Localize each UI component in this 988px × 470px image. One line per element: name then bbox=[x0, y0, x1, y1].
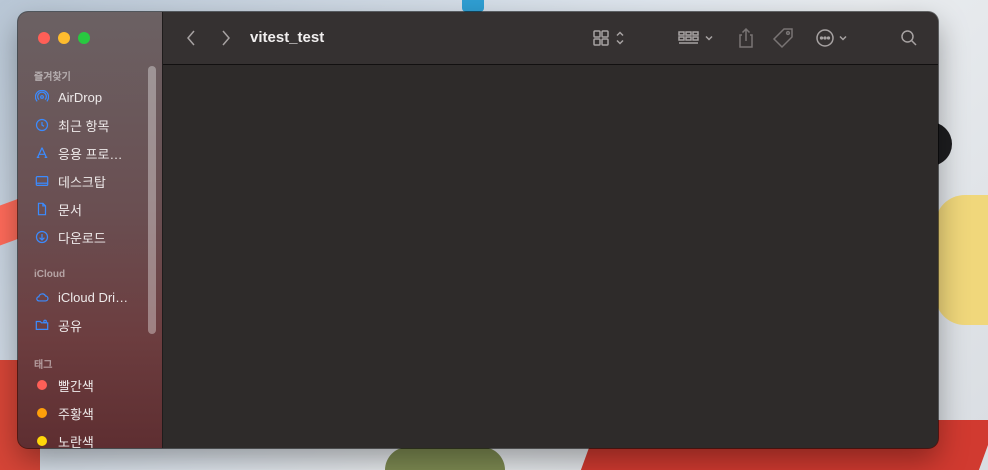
close-button[interactable] bbox=[38, 32, 50, 44]
cloud-icon bbox=[34, 289, 50, 305]
sidebar-item-label: 다운로드 bbox=[58, 230, 106, 246]
sidebar-item-label: 공유 bbox=[58, 318, 82, 334]
wallpaper-shape bbox=[385, 447, 505, 470]
toolbar: vitest_test bbox=[163, 12, 938, 65]
sidebar-item-recents[interactable]: 최근 항목 bbox=[34, 114, 152, 136]
sidebar-item-documents[interactable]: 문서 bbox=[34, 198, 152, 220]
sidebar-item-tag-yellow[interactable]: 노란색 bbox=[34, 430, 152, 448]
shared-folder-icon bbox=[34, 317, 50, 333]
search-icon bbox=[901, 30, 917, 46]
sidebar-item-label: 주황색 bbox=[58, 406, 94, 422]
zoom-button[interactable] bbox=[78, 32, 90, 44]
back-button[interactable] bbox=[181, 26, 201, 50]
sidebar-item-desktop[interactable]: 데스크탑 bbox=[34, 170, 152, 192]
share-button[interactable] bbox=[735, 26, 757, 50]
section-favorites-title: 즐겨찾기 bbox=[34, 72, 71, 83]
clock-icon bbox=[34, 117, 50, 133]
wallpaper-shape bbox=[935, 195, 988, 325]
sidebar-item-shared[interactable]: 공유 bbox=[34, 314, 152, 336]
finder-window: 즐겨찾기 AirDrop 최근 항목 응용 프로… 데스크탑 문서 다운로드 i… bbox=[18, 12, 938, 448]
tag-color-dot-icon bbox=[37, 380, 47, 390]
tag-button[interactable] bbox=[771, 26, 795, 50]
tag-color-dot-icon bbox=[37, 436, 47, 446]
sidebar-scrollbar[interactable] bbox=[148, 66, 156, 334]
sidebar-item-downloads[interactable]: 다운로드 bbox=[34, 226, 152, 248]
sidebar-item-label: iCloud Dri… bbox=[58, 289, 129, 305]
sidebar-item-label: AirDrop bbox=[58, 89, 103, 105]
tag-icon bbox=[772, 28, 793, 49]
sidebar-item-tag-red[interactable]: 빨간색 bbox=[34, 374, 152, 396]
sidebar-item-icloud-drive[interactable]: iCloud Dri… bbox=[34, 286, 152, 308]
more-icon bbox=[816, 29, 847, 47]
sidebar-item-label: 데스크탑 bbox=[58, 174, 106, 190]
tag-color-dot-icon bbox=[37, 408, 47, 418]
sidebar-item-label: 응용 프로… bbox=[58, 146, 123, 162]
sidebar-item-label: 문서 bbox=[58, 202, 82, 218]
forward-icon bbox=[222, 30, 230, 46]
window-title: vitest_test bbox=[250, 29, 325, 46]
sidebar-item-tag-orange[interactable]: 주황색 bbox=[34, 402, 152, 424]
document-icon bbox=[34, 201, 50, 217]
file-list-area[interactable] bbox=[163, 65, 938, 448]
sidebar: 즐겨찾기 AirDrop 최근 항목 응용 프로… 데스크탑 문서 다운로드 i… bbox=[18, 12, 163, 448]
group-by-button[interactable] bbox=[677, 26, 717, 50]
back-icon bbox=[187, 30, 195, 46]
sidebar-item-label: 최근 항목 bbox=[58, 118, 110, 134]
view-mode-button[interactable] bbox=[591, 26, 631, 50]
airdrop-icon bbox=[34, 89, 50, 105]
sidebar-item-airdrop[interactable]: AirDrop bbox=[34, 86, 152, 108]
more-actions-button[interactable] bbox=[813, 26, 853, 50]
section-icloud-title: iCloud bbox=[34, 269, 66, 280]
download-icon bbox=[34, 229, 50, 245]
share-icon bbox=[739, 27, 753, 48]
window-controls bbox=[38, 32, 90, 44]
sidebar-item-label: 노란색 bbox=[58, 434, 94, 449]
section-tags-title: 태그 bbox=[34, 360, 53, 371]
wallpaper-shape bbox=[462, 0, 484, 12]
search-button[interactable] bbox=[897, 26, 921, 50]
group-icon bbox=[678, 31, 713, 44]
desktop-icon bbox=[34, 173, 50, 189]
minimize-button[interactable] bbox=[58, 32, 70, 44]
sidebar-item-applications[interactable]: 응용 프로… bbox=[34, 142, 152, 164]
view-grid-icon bbox=[593, 30, 624, 46]
sidebar-item-label: 빨간색 bbox=[58, 378, 94, 394]
applications-icon bbox=[34, 145, 50, 161]
forward-button[interactable] bbox=[216, 26, 236, 50]
